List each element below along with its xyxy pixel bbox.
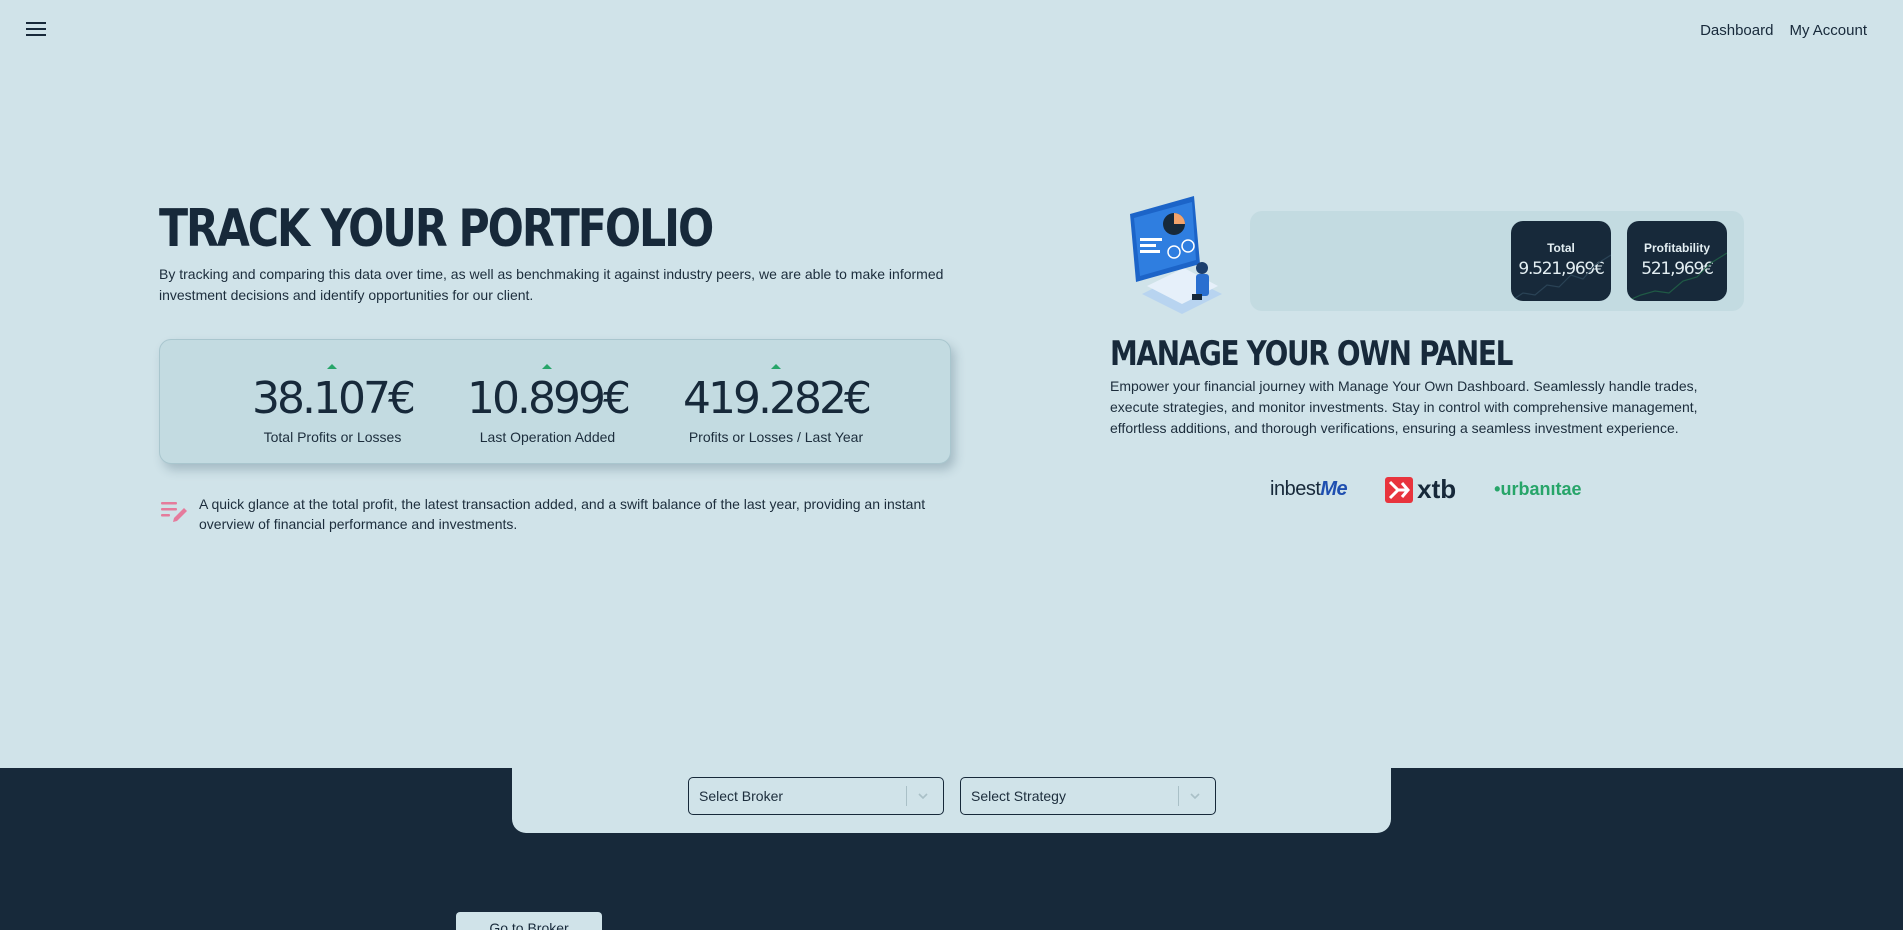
- stat-label: Profits or Losses / Last Year: [688, 429, 864, 445]
- panel-description: Empower your financial journey with Mana…: [1110, 378, 1698, 436]
- nav-dashboard-link[interactable]: Dashboard: [1700, 22, 1773, 39]
- notes-edit-icon: [161, 502, 187, 522]
- summary-note: A quick glance at the total profit, the …: [159, 494, 959, 534]
- chevron-down-icon[interactable]: [1189, 790, 1201, 802]
- broker-select[interactable]: Select Broker: [688, 777, 944, 815]
- strategy-select-placeholder: Select Strategy: [971, 788, 1066, 804]
- inbestme-logo-text: inbest: [1270, 478, 1321, 500]
- broker-logos: inbestMe xtb •urbanıtae: [1270, 474, 1582, 505]
- metric-sparkline: [1511, 254, 1611, 301]
- panel-title: MANAGE YOUR OWN PANEL: [1110, 334, 1513, 374]
- stat-value: 38.107€: [252, 373, 416, 424]
- trend-up-icon: [542, 364, 553, 369]
- stat-last-year: 419.282€ Profits or Losses / Last Year: [683, 364, 872, 445]
- select-divider: [1178, 786, 1179, 806]
- xtb-logo-mark: [1385, 476, 1414, 503]
- select-divider: [906, 786, 907, 806]
- xtb-logo: xtb: [1385, 474, 1456, 505]
- stats-card: 38.107€ Total Profits or Losses 10.899€ …: [159, 339, 951, 464]
- inbestme-logo: inbestMe: [1270, 478, 1348, 501]
- hero-description: By tracking and comparing this data over…: [159, 266, 944, 303]
- hero-section: TRACK YOUR PORTFOLIO By tracking and com…: [159, 200, 959, 306]
- metric-sparkline: [1627, 252, 1727, 301]
- stat-value: 10.899€: [467, 373, 631, 424]
- go-to-broker-button[interactable]: Go to Broker: [456, 912, 602, 930]
- chevron-down-icon[interactable]: [917, 790, 929, 802]
- inbestme-logo-accent: Me: [1320, 478, 1348, 500]
- urbanitae-logo: •urbanıtae: [1494, 479, 1582, 499]
- broker-select-placeholder: Select Broker: [699, 788, 784, 804]
- dashboard-illustration: [1130, 196, 1222, 314]
- hamburger-icon[interactable]: [26, 22, 46, 38]
- stat-label: Total Profits or Losses: [263, 429, 402, 445]
- metric-profitability: Profitability 521,969€: [1627, 221, 1727, 301]
- summary-note-text: A quick glance at the total profit, the …: [199, 496, 926, 532]
- top-nav: Dashboard My Account: [1700, 22, 1867, 39]
- filter-card: Select Broker Select Strategy: [512, 768, 1391, 833]
- metric-total: Total 9.521,969€: [1511, 221, 1611, 301]
- strategy-select[interactable]: Select Strategy: [960, 777, 1216, 815]
- xtb-logo-text: xtb: [1417, 474, 1457, 504]
- page-title: TRACK YOUR PORTFOLIO: [159, 199, 714, 259]
- panel-metrics-box: Total 9.521,969€ Profitability 521,969€: [1250, 211, 1744, 311]
- stat-value: 419.282€: [683, 373, 872, 424]
- stat-label: Last Operation Added: [479, 429, 616, 445]
- trend-up-icon: [770, 364, 781, 369]
- trend-up-icon: [327, 364, 338, 369]
- stat-last-operation: 10.899€ Last Operation Added: [467, 364, 631, 445]
- stat-total-profits: 38.107€ Total Profits or Losses: [252, 364, 416, 445]
- nav-my-account-link[interactable]: My Account: [1789, 22, 1867, 39]
